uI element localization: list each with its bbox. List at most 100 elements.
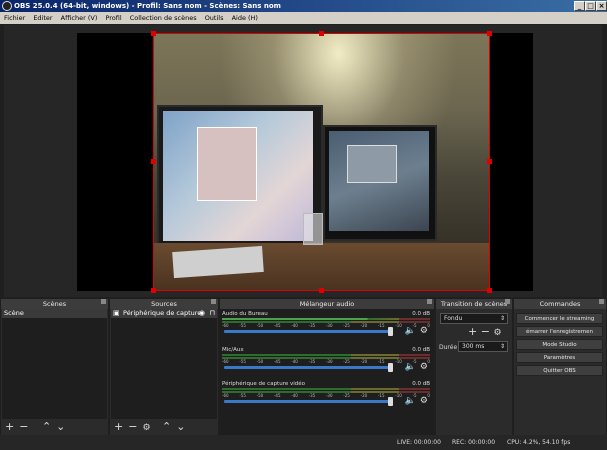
add-source-icon[interactable]: +: [114, 420, 123, 433]
start-recording-button[interactable]: émarrer l'enregistremen: [516, 326, 603, 337]
menu-collection-scenes[interactable]: Collection de scènes: [130, 14, 197, 22]
volume-meter: [222, 388, 430, 390]
duration-input[interactable]: 300 ms ⇕: [458, 341, 508, 352]
resize-handle-tr[interactable]: [487, 31, 492, 36]
transitions-dock: Transition de scènes Fondu ⇕ + − ⚙ Durée…: [436, 299, 512, 435]
channel-settings-icon[interactable]: ⚙: [420, 362, 428, 372]
lock-icon[interactable]: ⊓: [210, 309, 215, 318]
channel-db: 0.0 dB: [412, 381, 430, 387]
audio-mixer-dock: Mélangeur audio Audio du Bureau 0.0 dB -…: [220, 299, 434, 435]
speaker-icon[interactable]: 🔈: [405, 396, 416, 406]
slider-knob[interactable]: [387, 327, 393, 336]
scenes-dock-title: Scènes: [1, 299, 108, 309]
slider-knob[interactable]: [387, 397, 393, 406]
scenes-dock: Scènes Scène + − ⌃ ⌄: [1, 299, 108, 435]
duration-label: Durée: [439, 344, 458, 351]
scenes-list[interactable]: Scène: [2, 309, 107, 419]
move-scene-down-icon[interactable]: ⌄: [56, 420, 65, 433]
volume-slider[interactable]: [224, 363, 393, 372]
scenes-toolbar: + − ⌃ ⌄: [2, 419, 107, 435]
remove-scene-icon[interactable]: −: [19, 420, 28, 433]
cpu-fps: CPU: 4.2%, 54.10 fps: [507, 439, 571, 446]
remove-source-icon[interactable]: −: [128, 420, 137, 433]
menu-fichier[interactable]: Fichier: [4, 14, 25, 22]
sources-dock-title: Sources: [110, 299, 218, 309]
resize-handle-bl[interactable]: [151, 288, 156, 293]
select-arrows-icon: ⇕: [499, 315, 505, 322]
speaker-icon[interactable]: 🔈: [405, 326, 416, 336]
channel-settings-icon[interactable]: ⚙: [420, 396, 428, 406]
channel-settings-icon[interactable]: ⚙: [420, 326, 428, 336]
visibility-eye-icon[interactable]: ◉: [199, 309, 205, 318]
settings-button[interactable]: Paramètres: [516, 352, 603, 363]
rec-timer: REC: 00:00:00: [452, 439, 496, 446]
menu-editer[interactable]: Editer: [33, 14, 52, 22]
sources-toolbar: + − ⚙ ⌃ ⌄: [111, 419, 217, 435]
meter-scale: -60 -55 -50 -45 -40 -35 -30 -25 -20 -15 -10 -5 0: [222, 393, 430, 398]
channel-db: 0.0 dB: [412, 311, 430, 317]
controls-dock: Commandes Commencer le streaming émarrer…: [514, 299, 606, 435]
transition-settings-icon[interactable]: ⚙: [493, 328, 501, 338]
menu-profil[interactable]: Profil: [105, 14, 121, 22]
channel-name: Périphérique de capture vidéo: [222, 381, 305, 387]
menu-aide[interactable]: Aide (H): [232, 14, 258, 22]
menu-bar: Fichier Editer Afficher (V) Profil Colle…: [0, 12, 607, 24]
resize-handle-br[interactable]: [487, 288, 492, 293]
volume-slider[interactable]: [224, 397, 393, 406]
dock-float-icon[interactable]: [427, 299, 432, 304]
speaker-icon[interactable]: 🔈: [405, 362, 416, 372]
mixer-area: Audio du Bureau 0.0 dB -60 -55 -50 -45 -40 -3…: [220, 309, 434, 435]
move-source-down-icon[interactable]: ⌄: [176, 420, 185, 433]
resize-handle-b[interactable]: [319, 288, 324, 293]
mixer-channel: Audio du Bureau 0.0 dB -60 -55 -50 -45 -40 -3…: [222, 311, 430, 345]
scene-item[interactable]: Scène: [2, 309, 107, 318]
add-scene-icon[interactable]: +: [5, 420, 14, 433]
volume-slider[interactable]: [224, 327, 393, 336]
dock-float-icon[interactable]: [599, 299, 604, 304]
close-button[interactable]: ×: [596, 1, 607, 11]
slider-knob[interactable]: [387, 363, 393, 372]
minimize-button[interactable]: _: [574, 1, 585, 11]
resize-handle-t[interactable]: [319, 31, 324, 36]
channel-db: 0.0 dB: [412, 347, 430, 353]
source-selection-box[interactable]: [153, 33, 490, 291]
exit-button[interactable]: Quitter OBS: [516, 365, 603, 376]
transition-select[interactable]: Fondu ⇕: [440, 313, 508, 324]
dock-float-icon[interactable]: [211, 299, 216, 304]
source-item[interactable]: ▣ Périphérique de capture ◉ ⊓: [111, 309, 217, 318]
source-item-label: Périphérique de capture: [123, 309, 202, 317]
obs-logo-icon: [2, 1, 12, 11]
meter-scale: -60 -55 -50 -45 -40 -35 -30 -25 -20 -15 -10 -5 0: [222, 359, 430, 364]
maximize-button[interactable]: □: [585, 1, 596, 11]
resize-handle-l[interactable]: [151, 159, 156, 164]
dock-float-icon[interactable]: [101, 299, 106, 304]
sources-list[interactable]: ▣ Périphérique de capture ◉ ⊓: [111, 309, 217, 419]
transition-toolbar: + − ⚙: [468, 326, 502, 339]
move-source-up-icon[interactable]: ⌃: [162, 420, 171, 433]
dock-float-icon[interactable]: [505, 299, 510, 304]
title-bar: OBS 25.0.4 (64-bit, windows) - Profil: S…: [0, 0, 607, 12]
resize-handle-r[interactable]: [487, 159, 492, 164]
transitions-dock-title: Transition de scènes: [436, 299, 512, 309]
menu-afficher[interactable]: Afficher (V): [61, 14, 98, 22]
preview-area[interactable]: [4, 25, 602, 297]
mixer-dock-title: Mélangeur audio: [220, 299, 434, 309]
spinbox-arrows-icon[interactable]: ⇕: [500, 342, 505, 351]
controls-dock-title: Commandes: [514, 299, 606, 309]
studio-mode-button[interactable]: Mode Studio: [516, 339, 603, 350]
start-streaming-button[interactable]: Commencer le streaming: [516, 313, 603, 324]
preview-canvas[interactable]: [77, 31, 533, 293]
remove-transition-icon[interactable]: −: [481, 325, 490, 338]
channel-name: Mic/Aux: [222, 347, 244, 353]
camera-icon: ▣: [113, 309, 120, 317]
resize-handle-tl[interactable]: [151, 31, 156, 36]
sources-dock: Sources ▣ Périphérique de capture ◉ ⊓ + −…: [110, 299, 218, 435]
live-timer: LIVE: 00:00:00: [397, 439, 441, 446]
mixer-channel: Périphérique de capture vidéo 0.0 dB -60…: [222, 381, 430, 415]
volume-meter: [222, 318, 430, 320]
source-settings-icon[interactable]: ⚙: [142, 423, 150, 433]
channel-name: Audio du Bureau: [222, 311, 268, 317]
add-transition-icon[interactable]: +: [468, 325, 477, 338]
menu-outils[interactable]: Outils: [205, 14, 224, 22]
move-scene-up-icon[interactable]: ⌃: [42, 420, 51, 433]
